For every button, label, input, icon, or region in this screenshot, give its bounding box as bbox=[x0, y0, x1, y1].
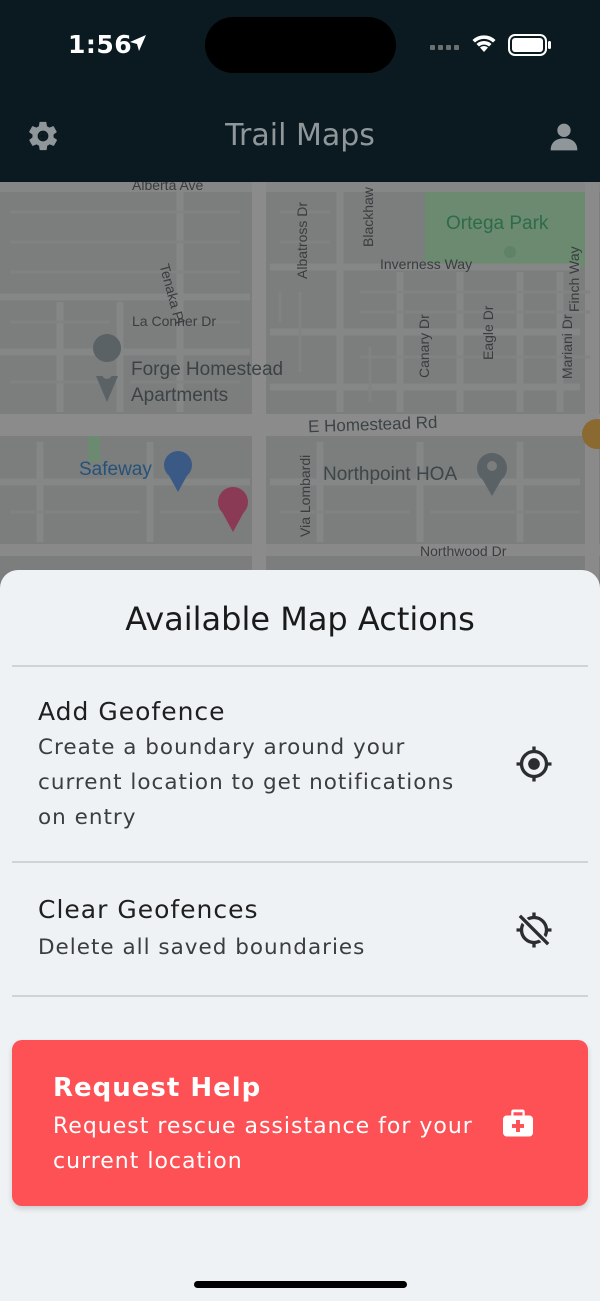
map-label-street: Blackhaw bbox=[360, 187, 376, 247]
top-bar: 1:56 Trail Maps bbox=[0, 0, 600, 182]
location-arrow-icon bbox=[130, 35, 146, 51]
map-label-street: Northwood Dr bbox=[420, 543, 507, 559]
map-label-street: Mariani Dr bbox=[559, 314, 575, 379]
page-title: Trail Maps bbox=[225, 118, 375, 153]
crosshair-icon[interactable] bbox=[514, 744, 554, 784]
action-description: Delete all saved boundaries bbox=[38, 935, 366, 960]
location-off-icon[interactable] bbox=[514, 910, 554, 950]
request-help-button[interactable]: Request Help Request rescue assistance f… bbox=[12, 1040, 588, 1206]
status-bar: 1:56 bbox=[0, 0, 600, 90]
help-description: Request rescue assistance for your curre… bbox=[53, 1114, 473, 1174]
map-label-street: Alberta Ave bbox=[132, 182, 204, 193]
map-label-street: Canary Dr bbox=[416, 314, 432, 378]
map-label-street: Eagle Dr bbox=[480, 305, 496, 360]
nav-bar: Trail Maps bbox=[0, 92, 600, 182]
map-label-place: Forge Homestead bbox=[131, 359, 284, 380]
cellular-signal-icon bbox=[430, 45, 459, 50]
medical-kit-icon bbox=[503, 1109, 533, 1137]
help-title: Request Help bbox=[53, 1073, 262, 1103]
action-title: Add Geofence bbox=[38, 697, 226, 726]
action-description: Create a boundary around your current lo… bbox=[38, 735, 455, 830]
map-label-street: Inverness Way bbox=[380, 256, 473, 272]
home-indicator[interactable] bbox=[194, 1281, 407, 1288]
wifi-icon bbox=[472, 35, 496, 52]
status-time: 1:56 bbox=[68, 30, 133, 59]
map-label-place: Northpoint HOA bbox=[323, 464, 458, 485]
map-actions-sheet: Available Map Actions Add Geofence Creat… bbox=[0, 570, 600, 1301]
map-label-street: Finch Way bbox=[566, 246, 582, 312]
map-label-street: Via Lombardi bbox=[297, 454, 313, 537]
map-view[interactable]: Alberta Ave Tenaka Pl Albatross Dr Black… bbox=[0, 182, 600, 602]
map-label-street: La Conner Dr bbox=[132, 313, 217, 329]
dynamic-island bbox=[205, 17, 396, 73]
map-label-place: Apartments bbox=[131, 385, 229, 406]
action-title: Clear Geofences bbox=[38, 895, 259, 924]
battery-icon bbox=[508, 34, 551, 56]
sheet-title: Available Map Actions bbox=[125, 600, 475, 638]
map-label-street: Albatross Dr bbox=[294, 201, 310, 279]
map-label-park: Ortega Park bbox=[446, 213, 549, 234]
map-label-store: Safeway bbox=[79, 459, 152, 480]
add-geofence-action[interactable]: Add Geofence Create a boundary around yo… bbox=[12, 667, 588, 861]
clear-geofences-action[interactable]: Clear Geofences Delete all saved boundar… bbox=[12, 863, 588, 995]
divider bbox=[12, 995, 588, 997]
person-icon[interactable] bbox=[548, 121, 580, 153]
